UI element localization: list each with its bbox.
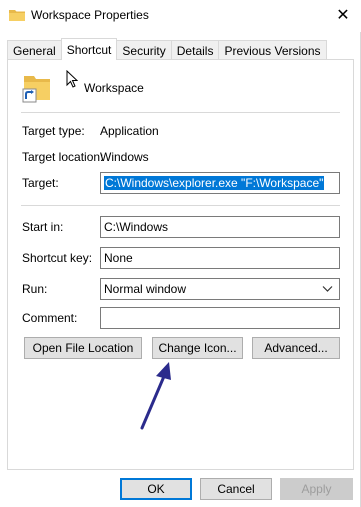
cancel-button[interactable]: Cancel [200, 478, 272, 500]
open-file-location-button[interactable]: Open File Location [24, 337, 142, 359]
shortcut-folder-icon [22, 76, 50, 103]
shortcut-panel: Workspace Target type: Application Targe… [7, 59, 354, 470]
comment-label: Comment: [22, 311, 78, 325]
tab-strip: General Shortcut Security Details Previo… [7, 38, 327, 60]
chevron-down-icon [322, 286, 333, 292]
target-field[interactable]: C:\Windows\explorer.exe "F:\Workspace" [100, 172, 340, 194]
start-in-label: Start in: [22, 220, 64, 234]
divider [21, 205, 340, 206]
start-in-value: C:\Windows [104, 220, 169, 234]
folder-icon [9, 10, 25, 21]
run-select[interactable]: Normal window [100, 278, 340, 300]
ok-button[interactable]: OK [120, 478, 192, 500]
run-value: Normal window [104, 282, 187, 296]
window-title: Workspace Properties [31, 8, 149, 22]
run-label: Run: [22, 282, 48, 296]
target-value: C:\Windows\explorer.exe "F:\Workspace" [104, 176, 325, 190]
change-icon-button[interactable]: Change Icon... [152, 337, 243, 359]
tab-previous-versions[interactable]: Previous Versions [218, 40, 327, 60]
shortcut-key-value: None [104, 251, 133, 265]
properties-dialog: Workspace Properties ✕ General Shortcut … [0, 0, 361, 507]
tab-security[interactable]: Security [116, 40, 172, 60]
close-button[interactable]: ✕ [325, 0, 361, 30]
divider [21, 112, 340, 113]
close-icon: ✕ [336, 7, 350, 24]
comment-field[interactable] [100, 307, 340, 329]
start-in-field[interactable]: C:\Windows [100, 216, 340, 238]
shortcut-name: Workspace [84, 81, 144, 95]
shortcut-key-label: Shortcut key: [22, 251, 93, 265]
target-location-value: Windows [100, 150, 149, 164]
annotation-arrow [140, 362, 171, 430]
target-label: Target: [22, 176, 59, 190]
tab-general[interactable]: General [7, 40, 62, 60]
target-type-label: Target type: [22, 124, 85, 138]
target-location-label: Target location: [22, 150, 104, 164]
target-type-value: Application [100, 124, 159, 138]
title-bar[interactable]: Workspace Properties ✕ [0, 0, 361, 32]
tab-details[interactable]: Details [170, 40, 220, 60]
advanced-button[interactable]: Advanced... [252, 337, 340, 359]
tab-shortcut[interactable]: Shortcut [60, 38, 118, 60]
apply-button[interactable]: Apply [280, 478, 353, 500]
mouse-cursor-icon [66, 70, 78, 88]
shortcut-key-field[interactable]: None [100, 247, 340, 269]
